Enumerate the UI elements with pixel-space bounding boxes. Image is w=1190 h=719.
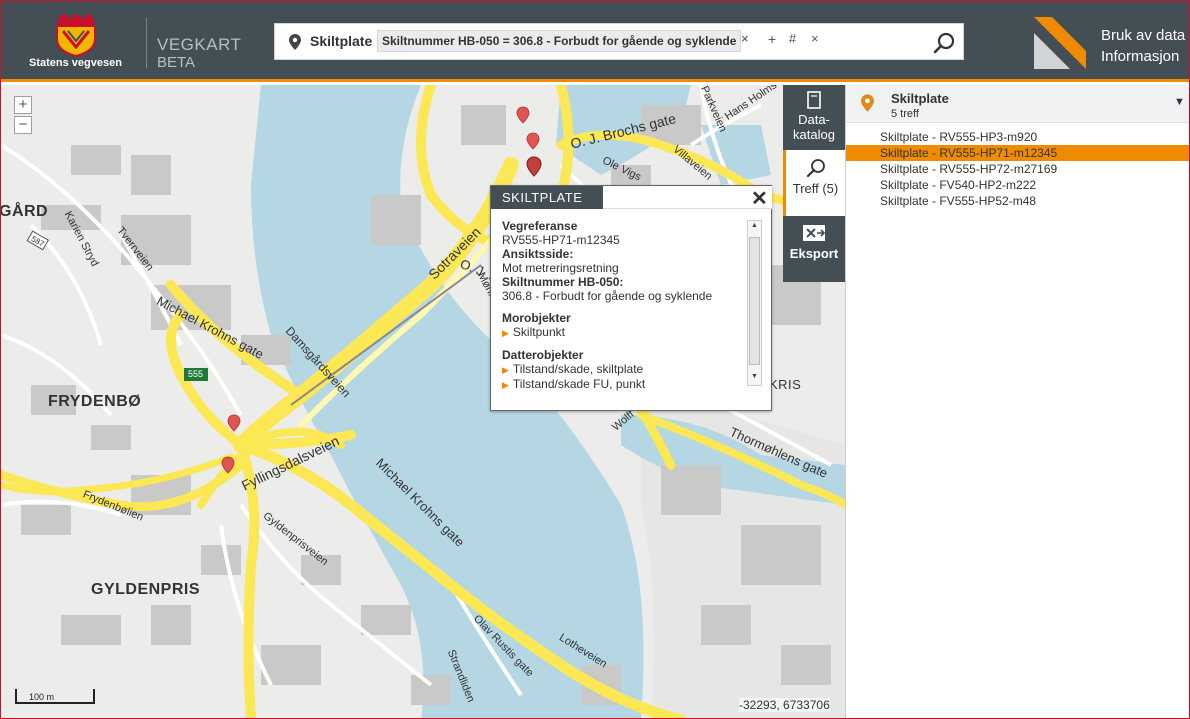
- feature-popup: SKILTPLATE ✕ Vegreferanse RV555-HP71-m12…: [490, 185, 772, 411]
- parent-object-link[interactable]: Skiltpunkt: [502, 325, 742, 340]
- search-icon[interactable]: [933, 32, 955, 54]
- tab-treff[interactable]: Treff (5): [783, 150, 845, 216]
- zoom-in-button[interactable]: +: [14, 96, 32, 114]
- field-label: Ansiktsside:: [502, 247, 574, 261]
- filter-remove-icon[interactable]: ×: [741, 31, 749, 46]
- clear-search-icon[interactable]: ×: [811, 31, 819, 46]
- scroll-down-icon[interactable]: ▼: [751, 373, 758, 380]
- search-bar[interactable]: Skiltplate Skiltnummer HB-050 = 306.8 - …: [274, 23, 964, 60]
- filter-chip-label: Skiltnummer HB-050 = 306.8 - Forbudt for…: [382, 34, 737, 48]
- sign-marker[interactable]: [227, 414, 241, 432]
- filter-chip[interactable]: Skiltnummer HB-050 = 306.8 - Forbudt for…: [377, 30, 742, 52]
- tab-label: Data-: [798, 112, 830, 127]
- search-object-type[interactable]: Skiltplate: [310, 33, 372, 49]
- road-badge-label: 555: [188, 369, 204, 379]
- chevron-down-icon[interactable]: ▼: [1174, 96, 1185, 108]
- place-label: GYLDENPRIS: [91, 581, 201, 598]
- header: Statens vegvesen VEGKART BETA Skiltplate…: [1, 1, 1189, 82]
- close-icon[interactable]: ✕: [751, 186, 768, 211]
- field-label: Vegreferanse: [502, 219, 578, 233]
- crown-shield-icon: [56, 13, 96, 58]
- result-item[interactable]: Skiltplate - FV540-HP2-m222: [846, 177, 1189, 193]
- zoom-out-button[interactable]: −: [14, 116, 32, 134]
- export-icon: [803, 225, 826, 241]
- popup-title: SKILTPLATE: [491, 186, 603, 209]
- statens-vegvesen-logo[interactable]: Statens vegvesen: [25, 13, 139, 73]
- tab-label: katalog: [793, 127, 835, 142]
- scale-label: 100 m: [29, 692, 55, 702]
- results-panel: Skiltplate 5 treff ▼ Skiltplate - RV555-…: [845, 85, 1189, 718]
- scroll-thumb[interactable]: [749, 237, 760, 365]
- app-window: Statens vegvesen VEGKART BETA Skiltplate…: [0, 0, 1190, 719]
- sign-marker[interactable]: [526, 132, 540, 150]
- place-label: GÅRD: [1, 203, 49, 220]
- map-canvas[interactable]: O. J. Brochs gate Sotraveien Michael Kro…: [1, 85, 845, 718]
- results-count: 5 treff: [891, 108, 919, 120]
- sign-marker-selected[interactable]: [526, 156, 542, 177]
- coordinate-readout: -32293, 6733706: [739, 698, 830, 712]
- tab-label: Eksport: [789, 246, 839, 261]
- search-icon: [806, 159, 825, 178]
- scale-bar: [15, 689, 95, 704]
- result-item[interactable]: Skiltplate - FV555-HP52-m48: [846, 193, 1189, 209]
- result-item-selected[interactable]: Skiltplate - RV555-HP71-m12345: [846, 145, 1189, 161]
- popup-scrollbar[interactable]: ▲ ▼: [747, 220, 762, 386]
- field-value: 306.8 - Forbudt for gående og syklende: [502, 289, 713, 303]
- location-pin-icon: [861, 94, 874, 112]
- link-bruk-av-data[interactable]: Bruk av data: [1101, 25, 1185, 46]
- brand-mark-icon: [1034, 17, 1086, 69]
- app-subtitle: BETA: [157, 54, 196, 71]
- link-informasjon[interactable]: Informasjon: [1101, 46, 1185, 67]
- place-label: KRIS: [769, 377, 802, 392]
- popup-body: Vegreferanse RV555-HP71-m12345 Ansiktssi…: [502, 219, 742, 392]
- field-value: Mot metreringsretning: [502, 261, 619, 275]
- tab-label: Treff (5): [792, 181, 839, 196]
- result-item[interactable]: Skiltplate - RV555-HP3-m920: [846, 129, 1189, 145]
- result-item[interactable]: Skiltplate - RV555-HP72-m27169: [846, 161, 1189, 177]
- popup-header-bar: [603, 186, 772, 209]
- field-value: RV555-HP71-m12345: [502, 233, 620, 247]
- hash-button[interactable]: #: [789, 31, 796, 46]
- tab-eksport[interactable]: Eksport: [783, 216, 845, 282]
- parent-objects-heading: Morobjekter: [502, 311, 571, 325]
- child-object-link[interactable]: Tilstand/skade, skiltplate: [502, 362, 742, 377]
- header-divider: [146, 18, 147, 68]
- location-pin-icon: [289, 34, 301, 50]
- place-label: FRYDENBØ: [48, 393, 142, 410]
- scroll-up-icon[interactable]: ▲: [751, 222, 758, 229]
- field-label: Skiltnummer HB-050:: [502, 275, 624, 289]
- side-tabs: Data- katalog Treff (5) Eksport: [783, 85, 845, 285]
- app-title: VEGKART: [157, 35, 242, 54]
- result-list: Skiltplate - RV555-HP3-m920 Skiltplate -…: [846, 129, 1189, 209]
- tab-datakatalog[interactable]: Data- katalog: [783, 85, 845, 150]
- sign-marker[interactable]: [516, 106, 530, 124]
- logo-text: Statens vegvesen: [29, 57, 122, 69]
- add-filter-button[interactable]: +: [768, 31, 776, 47]
- results-title: Skiltplate: [891, 91, 949, 106]
- child-objects-heading: Datterobjekter: [502, 348, 584, 362]
- book-icon: [807, 91, 821, 109]
- results-header[interactable]: Skiltplate 5 treff ▼: [846, 85, 1189, 123]
- child-object-link[interactable]: Tilstand/skade FU, punkt: [502, 377, 742, 392]
- info-links: Bruk av data Informasjon: [1101, 25, 1185, 67]
